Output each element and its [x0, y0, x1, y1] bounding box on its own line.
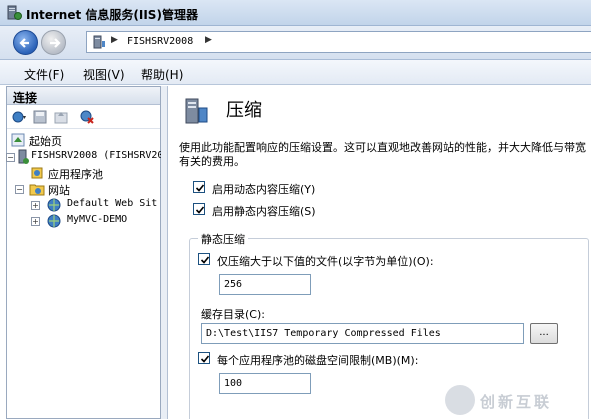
- static-compression-label: 启用静态内容压缩(S): [212, 205, 316, 218]
- cache-dir-input[interactable]: D:\Test\IIS7 Temporary Compressed Files: [201, 323, 524, 344]
- checkbox-checked-icon[interactable]: [193, 181, 205, 193]
- tree-label-site: MyMVC-DEMO: [67, 214, 128, 225]
- back-arrow-icon: [19, 38, 29, 48]
- breadcrumb-separator-icon: ▶: [111, 35, 118, 45]
- globe-icon: [47, 198, 61, 212]
- tree-label-site: Default Web Sit: [67, 198, 158, 209]
- menu-bar: 文件(F) 视图(V) 帮助(H): [0, 60, 591, 85]
- checkbox-checked-icon[interactable]: [193, 203, 205, 215]
- tree-label-server: FISHSRV2008 (FISHSRV20: [31, 150, 164, 161]
- back-button[interactable]: [13, 30, 38, 55]
- tree-item-server[interactable]: − FISHSRV2008 (FISHSRV20: [6, 149, 164, 165]
- app-pools-icon: [31, 167, 43, 179]
- sites-folder-icon: [29, 184, 45, 196]
- checkbox-checked-icon[interactable]: [198, 352, 210, 364]
- tree-label-sites: 网站: [48, 184, 70, 197]
- compression-feature-page: 压缩 使用此功能配置响应的压缩设置。这可以直观地改善网站的性能，并大大降低与带宽…: [167, 86, 591, 419]
- menu-file[interactable]: 文件(F): [24, 66, 64, 83]
- tree-item-start-page[interactable]: 起始页: [7, 132, 160, 148]
- expand-icon[interactable]: +: [31, 217, 40, 226]
- menu-view[interactable]: 视图(V): [83, 66, 125, 83]
- connect-icon[interactable]: [11, 109, 27, 125]
- page-description: 使用此功能配置响应的压缩设置。这可以直观地改善网站的性能，并大大降低与带宽有关的…: [179, 141, 586, 168]
- watermark-mark-icon: [445, 385, 475, 415]
- tree-item-sites[interactable]: − 网站: [7, 181, 160, 197]
- checkbox-checked-icon[interactable]: [198, 253, 210, 265]
- breadcrumb-server[interactable]: FISHSRV2008: [127, 36, 193, 47]
- server-icon: [93, 35, 105, 49]
- connections-pane: 连接 起始页 − FISHSRV2008 (FISHSRV20 应用程序池 − …: [6, 86, 164, 419]
- iis-manager-icon: [7, 5, 22, 20]
- tree-label-app-pools: 应用程序池: [48, 168, 103, 181]
- globe-icon: [47, 214, 61, 228]
- page-title: 压缩: [226, 100, 262, 121]
- server-icon: [18, 149, 29, 164]
- collapse-icon[interactable]: −: [6, 153, 15, 162]
- breadcrumb-separator-icon[interactable]: ▶: [205, 35, 212, 45]
- delete-connection-icon[interactable]: [79, 109, 95, 125]
- browse-button[interactable]: ...: [530, 323, 558, 344]
- window-title: Internet 信息服务(IIS)管理器: [26, 8, 198, 22]
- disk-limit-label: 每个应用程序池的磁盘空间限制(MB)(M):: [217, 354, 419, 367]
- forward-arrow-icon: [50, 38, 61, 48]
- address-field[interactable]: ▶ FISHSRV2008 ▶: [86, 31, 591, 53]
- expand-icon[interactable]: +: [31, 201, 40, 210]
- watermark-logo: 创新互联: [445, 385, 585, 415]
- connections-header: 连接: [7, 87, 160, 105]
- menu-help[interactable]: 帮助(H): [141, 66, 183, 83]
- tree-label-start-page: 起始页: [29, 135, 62, 148]
- title-bar: Internet 信息服务(IIS)管理器: [0, 0, 591, 26]
- cache-dir-label: 缓存目录(C):: [201, 308, 265, 321]
- up-level-icon[interactable]: [53, 109, 69, 125]
- tree-item-site[interactable]: + MyMVC-DEMO: [7, 213, 160, 229]
- tree-item-site[interactable]: + Default Web Sit: [7, 197, 160, 213]
- min-size-input[interactable]: 256: [219, 274, 311, 295]
- save-icon[interactable]: [32, 109, 48, 125]
- start-page-icon: [11, 133, 25, 147]
- tree-item-app-pools[interactable]: 应用程序池: [7, 165, 160, 181]
- watermark-text: 创新互联: [480, 393, 553, 411]
- connections-toolbar: [7, 105, 160, 129]
- group-legend: 静态压缩: [198, 231, 248, 247]
- collapse-icon[interactable]: −: [15, 185, 24, 194]
- compression-icon: [185, 98, 208, 124]
- forward-button[interactable]: [41, 30, 66, 55]
- min-size-label: 仅压缩大于以下值的文件(以字节为单位)(O):: [217, 255, 434, 268]
- address-bar: ▶ FISHSRV2008 ▶: [0, 26, 591, 60]
- dynamic-compression-label: 启用动态内容压缩(Y): [212, 183, 316, 196]
- disk-limit-input[interactable]: 100: [219, 373, 311, 394]
